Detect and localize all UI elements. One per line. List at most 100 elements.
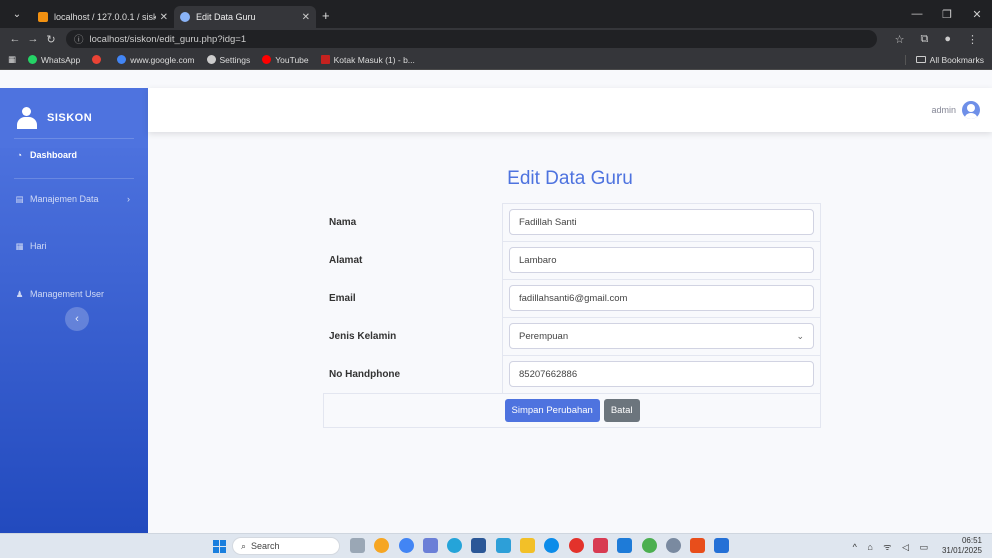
form-row-jenis-kelamin: Jenis Kelamin Perempuan ⌄ bbox=[323, 317, 821, 355]
sidebar-item-label: Hari bbox=[30, 241, 47, 251]
tab-title: Edit Data Guru bbox=[196, 12, 256, 22]
app-icon[interactable] bbox=[374, 538, 390, 553]
avatar[interactable] bbox=[962, 101, 980, 119]
edge-icon[interactable] bbox=[544, 538, 560, 553]
sidebar-divider bbox=[14, 178, 134, 179]
bookmark-star-icon[interactable]: ☆ bbox=[895, 33, 905, 46]
alamat-input[interactable] bbox=[509, 247, 814, 273]
phpmyadmin-icon bbox=[38, 12, 48, 22]
clock-time: 06:51 bbox=[961, 536, 982, 545]
brand-name: SISKON bbox=[47, 112, 93, 124]
chrome-icon[interactable] bbox=[641, 538, 657, 553]
all-bookmarks[interactable]: All Bookmarks bbox=[904, 54, 984, 65]
form-row-nama: Nama bbox=[323, 203, 821, 241]
tray-icons[interactable]: ^ ⌂ ᯤ ◁ ▭ bbox=[853, 540, 932, 553]
dashboard-icon: ◔ bbox=[16, 150, 23, 160]
settings-icon[interactable] bbox=[665, 538, 681, 553]
tab-title: localhost / 127.0.0.1 / siskon | p bbox=[54, 12, 156, 22]
chevron-down-icon: ⌄ bbox=[796, 330, 804, 341]
sidebar-divider bbox=[14, 138, 134, 139]
sidebar-item-manajemen-data[interactable]: ▤ Manajemen Data › bbox=[0, 192, 148, 206]
close-tab-icon[interactable]: ✕ bbox=[302, 12, 310, 23]
sidebar-brand[interactable]: SISKON bbox=[0, 88, 148, 148]
close-tab-icon[interactable]: ✕ bbox=[160, 12, 168, 23]
youtube-icon bbox=[262, 55, 272, 64]
sidebar-item-label: Dashboard bbox=[30, 150, 78, 160]
form-row-email: Email bbox=[323, 279, 821, 317]
form-row-no-handphone: No Handphone bbox=[323, 355, 821, 393]
system-tray: ^ ⌂ ᯤ ◁ ▭ 06:51 31/01/2025 bbox=[853, 536, 982, 556]
reload-icon[interactable]: ↻ bbox=[42, 33, 60, 46]
new-tab-icon[interactable]: + bbox=[322, 8, 330, 23]
apps-icon[interactable]: ▦ bbox=[8, 54, 16, 65]
bookmark-settings[interactable]: Settings bbox=[206, 55, 250, 65]
site-info-icon[interactable]: ⓘ bbox=[74, 32, 84, 46]
bookmark-gmail[interactable]: Kotak Masuk (1) - b... bbox=[320, 55, 415, 65]
sidebar-item-management-user[interactable]: ♟ Management User bbox=[0, 287, 148, 301]
taskbar-search-input[interactable]: ⌕ Search bbox=[232, 537, 340, 555]
menu-icon[interactable]: ⋮ bbox=[967, 33, 978, 46]
back-icon[interactable]: ← bbox=[6, 33, 24, 45]
app-icon[interactable] bbox=[714, 538, 730, 553]
save-button[interactable]: Simpan Perubahan bbox=[504, 399, 600, 422]
chrome-icon[interactable] bbox=[398, 538, 414, 553]
tab-search-icon[interactable]: ⌄ bbox=[6, 3, 28, 25]
bookmark-whatsapp[interactable]: WhatsApp bbox=[28, 55, 80, 65]
form-actions: Simpan Perubahan Batal bbox=[323, 393, 821, 428]
restore-icon[interactable]: ❐ bbox=[932, 8, 962, 21]
user-name[interactable]: admin bbox=[931, 105, 956, 115]
whatsapp-icon bbox=[28, 55, 38, 64]
gear-icon bbox=[206, 55, 216, 64]
app-icon[interactable] bbox=[690, 538, 706, 553]
app-icon[interactable] bbox=[422, 538, 438, 553]
browser-tab-bar: ⌄ localhost / 127.0.0.1 / siskon | p ✕ E… bbox=[0, 0, 992, 28]
close-window-icon[interactable]: ✕ bbox=[962, 8, 992, 21]
sidebar-item-hari[interactable]: ▦ Hari bbox=[0, 239, 148, 253]
clock-date: 31/01/2025 bbox=[941, 546, 982, 555]
app-icon[interactable] bbox=[471, 538, 487, 553]
app-icon[interactable] bbox=[592, 538, 608, 553]
bookmarks-bar: ▦ WhatsApp www.google.com Settings YouTu… bbox=[0, 50, 992, 70]
google-icon[interactable] bbox=[92, 55, 105, 64]
jenis-kelamin-select[interactable]: Perempuan ⌄ bbox=[509, 323, 814, 349]
url-input[interactable]: ⓘ localhost/siskon/edit_guru.php?idg=1 bbox=[66, 30, 877, 48]
topbar: admin bbox=[148, 88, 992, 132]
no-handphone-input[interactable] bbox=[509, 361, 814, 387]
extensions-icon[interactable]: ⧉ bbox=[920, 33, 928, 46]
gmail-icon bbox=[320, 55, 330, 64]
cancel-button[interactable]: Batal bbox=[603, 399, 640, 422]
windows-start-icon[interactable] bbox=[213, 540, 226, 553]
minimize-icon[interactable]: — bbox=[902, 8, 932, 20]
tab-edit-data-guru[interactable]: Edit Data Guru ✕ bbox=[174, 6, 316, 28]
address-bar: ← → ↻ ⓘ localhost/siskon/edit_guru.php?i… bbox=[0, 28, 992, 50]
table-icon: ▤ bbox=[15, 193, 24, 204]
app-icon[interactable] bbox=[568, 538, 584, 553]
sidebar: SISKON ◔ Dashboard ▤ Manajemen Data › ▦ … bbox=[0, 88, 148, 533]
field-label: Email bbox=[329, 292, 356, 304]
sidebar-item-label: Management User bbox=[30, 289, 105, 299]
field-label: Alamat bbox=[329, 254, 363, 266]
tab-phpmyadmin[interactable]: localhost / 127.0.0.1 / siskon | p ✕ bbox=[32, 6, 174, 28]
email-input[interactable] bbox=[509, 285, 814, 311]
whatsapp-icon[interactable] bbox=[447, 538, 463, 553]
file-explorer-icon[interactable] bbox=[520, 538, 536, 553]
folder-icon bbox=[915, 56, 926, 63]
search-icon: ⌕ bbox=[241, 540, 247, 551]
sidebar-toggle-button[interactable]: ‹ bbox=[65, 307, 89, 331]
forward-icon[interactable]: → bbox=[24, 33, 42, 45]
app-icon[interactable] bbox=[617, 538, 633, 553]
widgets-icon[interactable] bbox=[350, 538, 365, 553]
window-controls: — ❐ ✕ bbox=[902, 0, 992, 28]
sidebar-item-dashboard[interactable]: ◔ Dashboard bbox=[0, 148, 148, 162]
app-icon[interactable] bbox=[495, 538, 511, 553]
bookmark-google[interactable]: www.google.com bbox=[117, 55, 195, 65]
google-icon bbox=[117, 55, 127, 64]
sidebar-item-label: Manajemen Data bbox=[30, 194, 99, 204]
bookmark-youtube[interactable]: YouTube bbox=[262, 55, 309, 65]
nama-input[interactable] bbox=[509, 209, 814, 235]
clock[interactable]: 06:51 31/01/2025 bbox=[942, 536, 982, 556]
users-icon: ♟ bbox=[15, 288, 24, 299]
chevron-right-icon: › bbox=[127, 194, 130, 204]
search-placeholder: Search bbox=[251, 541, 280, 551]
profile-icon[interactable]: ● bbox=[944, 33, 951, 45]
